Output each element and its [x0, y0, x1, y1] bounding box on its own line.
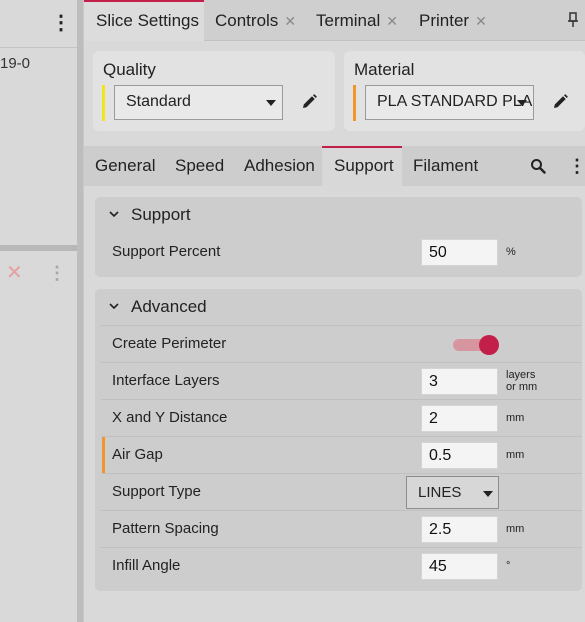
unit-label: mm: [506, 449, 525, 461]
pane-splitter[interactable]: [77, 0, 84, 622]
group-title: Support: [131, 205, 191, 224]
category-filament[interactable]: Filament: [402, 146, 482, 186]
setting-row-air-gap: Air Gap 0.5 mm: [101, 436, 582, 473]
setting-label: Interface Layers: [112, 372, 220, 389]
tab-label: Slice Settings: [96, 11, 199, 30]
category-support[interactable]: Support: [322, 146, 402, 186]
tab-controls[interactable]: Controls ✕: [215, 0, 315, 41]
setting-row-xy-distance: X and Y Distance 2 mm: [101, 399, 582, 436]
setting-row-create-perimeter: Create Perimeter: [101, 325, 582, 362]
left-pane: ⋮ 19-0 ✕ ⋮: [0, 0, 77, 622]
chevron-down-icon: [109, 211, 119, 218]
edit-quality-icon[interactable]: [300, 93, 318, 111]
remove-icon[interactable]: ✕: [6, 262, 23, 284]
slice-settings-panel: Slice Settings Controls ✕ Terminal ✕ Print…: [84, 0, 585, 622]
interface-layers-input[interactable]: 3: [421, 368, 498, 395]
left-pane-divider[interactable]: [0, 245, 77, 251]
material-preset: Material PLA STANDARD PLA: [344, 51, 585, 131]
setting-label: Support Percent: [112, 243, 221, 260]
category-general[interactable]: General: [84, 146, 165, 186]
setting-label: Infill Angle: [112, 557, 181, 574]
category-speed[interactable]: Speed: [165, 146, 238, 186]
quality-color-flag: [102, 85, 105, 121]
unit-line: or mm: [506, 381, 538, 393]
more-options-icon[interactable]: ⋮: [568, 156, 585, 176]
setting-label: Support Type: [112, 483, 201, 500]
setting-row-support-percent: Support Percent 50 %: [101, 234, 582, 271]
advanced-group: Advanced Create Perimeter Interface Laye…: [95, 289, 582, 591]
tab-label: Terminal: [316, 11, 381, 30]
tab-slice-settings[interactable]: Slice Settings: [84, 0, 204, 41]
support-type-select[interactable]: LINES: [406, 476, 499, 509]
chevron-down-icon: [483, 491, 493, 497]
chevron-down-icon: [109, 303, 119, 310]
quality-title: Quality: [103, 60, 156, 79]
unit-label: mm: [506, 412, 525, 424]
search-icon[interactable]: [530, 158, 546, 174]
left-item-more-icon[interactable]: ⋮: [48, 262, 66, 284]
material-select[interactable]: PLA STANDARD PLA: [365, 85, 534, 120]
support-group: Support Support Percent 50 %: [95, 197, 582, 277]
material-color-flag: [353, 85, 356, 121]
tab-label: Controls: [215, 11, 279, 30]
left-pane-menu-icon[interactable]: ⋮: [51, 12, 71, 34]
quality-select-value: Standard: [126, 93, 191, 110]
settings-category-bar: General Speed Adhesion Support Filament …: [84, 146, 585, 186]
unit-line: layers: [506, 369, 536, 381]
setting-label: Pattern Spacing: [112, 520, 219, 537]
left-pane-header: ⋮: [0, 0, 77, 48]
close-icon[interactable]: ✕: [475, 13, 487, 29]
material-select-value: PLA STANDARD PLA: [377, 93, 533, 110]
setting-row-interface-layers: Interface Layers 3 layers or mm: [101, 362, 582, 399]
tab-terminal[interactable]: Terminal ✕: [316, 0, 406, 41]
pin-icon[interactable]: [568, 12, 578, 28]
left-pane-item-id: 19-0: [0, 55, 31, 72]
setting-row-support-type: Support Type LINES: [101, 473, 582, 510]
tab-printer[interactable]: Printer ✕: [419, 0, 499, 41]
chevron-down-icon: [517, 100, 527, 106]
infill-angle-input[interactable]: 45: [421, 553, 498, 580]
setting-row-pattern-spacing: Pattern Spacing 2.5 mm: [101, 510, 582, 547]
edit-material-icon[interactable]: [551, 93, 569, 111]
support-percent-input[interactable]: 50: [421, 239, 498, 266]
close-icon[interactable]: ✕: [386, 13, 398, 29]
unit-label: %: [506, 246, 516, 258]
unit-label: °: [506, 560, 511, 572]
category-adhesion[interactable]: Adhesion: [235, 146, 323, 186]
tab-label: Printer: [419, 11, 470, 30]
pattern-spacing-input[interactable]: 2.5: [421, 516, 498, 543]
close-icon[interactable]: ✕: [284, 13, 296, 29]
create-perimeter-toggle[interactable]: [453, 335, 499, 355]
support-group-header[interactable]: Support: [95, 197, 582, 233]
setting-label: Create Perimeter: [112, 335, 227, 352]
unit-label: mm: [506, 523, 525, 535]
setting-label: Air Gap: [112, 446, 163, 463]
air-gap-input[interactable]: 0.5: [421, 442, 498, 469]
setting-row-infill-angle: Infill Angle 45 °: [101, 547, 582, 584]
xy-distance-input[interactable]: 2: [421, 405, 498, 432]
advanced-group-header[interactable]: Advanced: [95, 289, 582, 325]
support-type-value: LINES: [418, 484, 462, 501]
material-title: Material: [354, 60, 415, 79]
tab-bar: Slice Settings Controls ✕ Terminal ✕ Print…: [84, 0, 585, 41]
override-flag: [102, 437, 105, 473]
quality-select[interactable]: Standard: [114, 85, 283, 120]
chevron-down-icon: [266, 100, 276, 106]
setting-label: X and Y Distance: [112, 409, 228, 426]
toggle-knob: [479, 335, 499, 355]
quality-preset: Quality Standard: [93, 51, 335, 131]
group-title: Advanced: [131, 297, 207, 316]
unit-label: layers or mm: [506, 369, 537, 393]
